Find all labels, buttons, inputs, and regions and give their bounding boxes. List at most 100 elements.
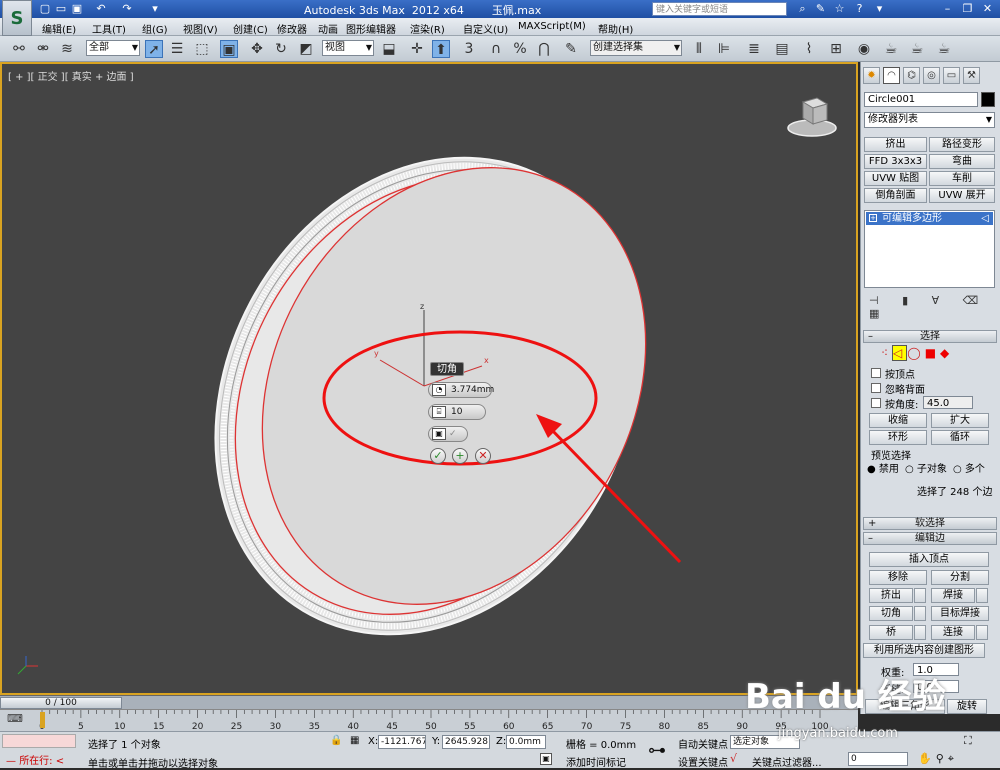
loop-button[interactable]: 循环 — [931, 430, 989, 445]
bridge-button[interactable]: 桥 — [869, 625, 913, 640]
stack-item-editable-poly[interactable]: + 可编辑多边形 ◁ — [866, 212, 993, 225]
modifier-path-deform-button[interactable]: 路径变形 — [929, 137, 995, 152]
modifier-unwrap-uvw-button[interactable]: UVW 展开 — [929, 188, 995, 203]
help-dropdown-icon[interactable]: ▾ — [872, 2, 887, 16]
perspective-viewport[interactable]: [ + ][ 正交 ][ 真实 + 边面 ] z y x 切角 ◔ 3.774m… — [0, 62, 858, 695]
modifier-list-select[interactable]: 修改器列表 ▼ — [864, 112, 995, 128]
caddy-cancel-button[interactable]: ✕ — [475, 448, 491, 464]
subobject-icons[interactable]: ⁖◁◯■◆ — [881, 345, 953, 361]
object-name-field[interactable]: Circle001 — [864, 92, 978, 107]
weld-settings-button[interactable] — [976, 588, 988, 603]
edit-edges-rollout[interactable]: – 编辑边 — [863, 532, 997, 545]
render-setup-icon[interactable]: ☕ — [882, 40, 900, 58]
binoculars-icon[interactable]: ⌕ — [795, 2, 810, 16]
track-bar[interactable]: 0510152025303540455055606570758085909510… — [0, 709, 858, 732]
select-object-icon[interactable]: ➚ — [145, 40, 163, 58]
mini-curve-editor-icon[interactable]: ⌨ — [4, 712, 26, 726]
star-icon[interactable]: ☆ — [832, 2, 847, 16]
scale-icon[interactable]: ◩ — [297, 40, 315, 58]
remove-button[interactable]: 移除 — [869, 570, 927, 585]
time-slider-bar[interactable]: 0 / 100 — [0, 695, 858, 709]
by-vertex-checkbox[interactable] — [871, 368, 881, 378]
selection-rollout[interactable]: – 选择 — [863, 330, 997, 343]
bind-spacewarp-icon[interactable]: ≋ — [58, 40, 76, 58]
modify-tab-icon[interactable]: ◠ — [883, 67, 900, 84]
connect-button[interactable]: 连接 — [931, 625, 975, 640]
preview-subobject-radio[interactable]: ○ 子对象 — [905, 460, 947, 475]
lock-selection-icon[interactable]: 🔒 — [330, 735, 342, 746]
split-button[interactable]: 分割 — [931, 570, 989, 585]
undo-icon[interactable]: ↶ — [94, 2, 108, 16]
select-by-name-icon[interactable]: ☰ — [168, 40, 186, 58]
stack-tools[interactable]: ⊣ ▮ ∀ ⌫ ▦ — [869, 294, 1000, 320]
menu-tools[interactable]: 工具(T) — [92, 21, 126, 36]
key-filter-icon[interactable]: √ — [730, 752, 737, 765]
transform-mode-icon[interactable]: ▦ — [350, 735, 359, 746]
by-angle-checkbox[interactable] — [871, 398, 881, 408]
save-icon[interactable]: ▣ — [70, 2, 84, 16]
menu-create[interactable]: 创建(C) — [233, 21, 268, 36]
angle-snap-icon[interactable]: ∩ — [487, 40, 505, 58]
motion-tab-icon[interactable]: ◎ — [923, 67, 940, 84]
shrink-button[interactable]: 收缩 — [869, 413, 927, 428]
angle-value-field[interactable]: 45.0 — [923, 396, 973, 409]
weld-button[interactable]: 焊接 — [931, 588, 975, 603]
modifier-extrude-button[interactable]: 挤出 — [864, 137, 927, 152]
maxscript-listener[interactable] — [2, 734, 76, 748]
soft-selection-rollout[interactable]: + 软选择 — [863, 517, 997, 530]
add-time-tag-label[interactable]: 添加时间标记 — [566, 754, 626, 769]
material-editor-icon[interactable]: ◉ — [855, 40, 873, 58]
spinner-snap-icon[interactable]: ⋂ — [535, 40, 553, 58]
menu-rendering[interactable]: 渲染(R) — [410, 21, 445, 36]
add-time-tag-icon[interactable]: ▣ — [540, 753, 552, 765]
modifier-uvw-map-button[interactable]: UVW 贴图 — [864, 171, 927, 186]
preview-multi-radio[interactable]: ○ 多个 — [953, 460, 985, 475]
edit-named-selection-icon[interactable]: ✎ — [562, 40, 580, 58]
mirror-icon[interactable]: ⫴ — [690, 40, 708, 58]
ref-coord-select[interactable]: 视图 — [322, 40, 374, 56]
graphite-tools-icon[interactable]: ▤ — [773, 40, 791, 58]
caddy-amount-field[interactable]: ◔ 3.774mm — [428, 382, 494, 398]
named-selection-select[interactable]: 创建选择集 — [590, 40, 682, 56]
target-weld-button[interactable]: 目标焊接 — [931, 606, 989, 621]
schematic-view-icon[interactable]: ⊞ — [827, 40, 845, 58]
x-coord-field[interactable]: -1121.767 — [378, 735, 426, 749]
preview-disabled-radio[interactable]: ● 禁用 — [867, 460, 899, 475]
viewport-nav-icons[interactable]: ✋⚲⌖ — [918, 752, 958, 766]
caddy-segments-field[interactable]: ⌸ 10 — [428, 404, 486, 420]
rotate-icon[interactable]: ↻ — [272, 40, 290, 58]
modifier-bend-button[interactable]: 弯曲 — [929, 154, 995, 169]
percent-snap-icon[interactable]: % — [511, 40, 529, 58]
close-icon[interactable]: ✕ — [980, 2, 995, 16]
object-color-swatch[interactable] — [981, 92, 995, 107]
key-icon[interactable]: ⊶ — [648, 740, 666, 761]
z-coord-field[interactable]: 0.0mm — [506, 735, 546, 749]
chamfer-settings-button[interactable] — [914, 606, 926, 621]
caddy-apply-button[interactable]: + — [452, 448, 468, 464]
snap-toggle-icon[interactable]: 3 — [460, 40, 478, 58]
pivot-center-icon[interactable]: ⬓ — [380, 40, 398, 58]
minimize-icon[interactable]: – — [940, 2, 955, 16]
window-crossing-icon[interactable]: ▣ — [220, 40, 238, 58]
ring-button[interactable]: 环形 — [869, 430, 927, 445]
current-frame-marker[interactable] — [40, 712, 45, 728]
modifier-lathe-button[interactable]: 车削 — [929, 171, 995, 186]
search-input[interactable]: 键入关键字或短语 — [652, 2, 787, 16]
extrude-button[interactable]: 挤出 — [869, 588, 913, 603]
menu-graph-editors[interactable]: 图形编辑器 — [346, 21, 396, 36]
tools-icon[interactable]: ✎ — [813, 2, 828, 16]
new-file-icon[interactable]: ▢ — [38, 2, 52, 16]
caddy-ok-button[interactable]: ✓ — [430, 448, 446, 464]
select-link-icon[interactable]: ⚯ — [10, 40, 28, 58]
move-icon[interactable]: ✥ — [248, 40, 266, 58]
keyboard-shortcut-icon[interactable]: ⬆ — [432, 40, 450, 58]
menu-customize[interactable]: 自定义(U) — [463, 21, 508, 36]
modifier-ffd-button[interactable]: FFD 3x3x3 — [864, 154, 927, 169]
time-slider[interactable]: 0 / 100 — [0, 697, 122, 709]
menu-group[interactable]: 组(G) — [142, 21, 168, 36]
stack-light-icon[interactable]: ◁ — [981, 212, 989, 225]
caddy-open-toggle[interactable]: ▣ ✓ — [428, 426, 468, 442]
curve-editor-icon[interactable]: ⌇ — [800, 40, 818, 58]
open-file-icon[interactable]: ▭ — [54, 2, 68, 16]
viewcube[interactable] — [785, 94, 839, 138]
